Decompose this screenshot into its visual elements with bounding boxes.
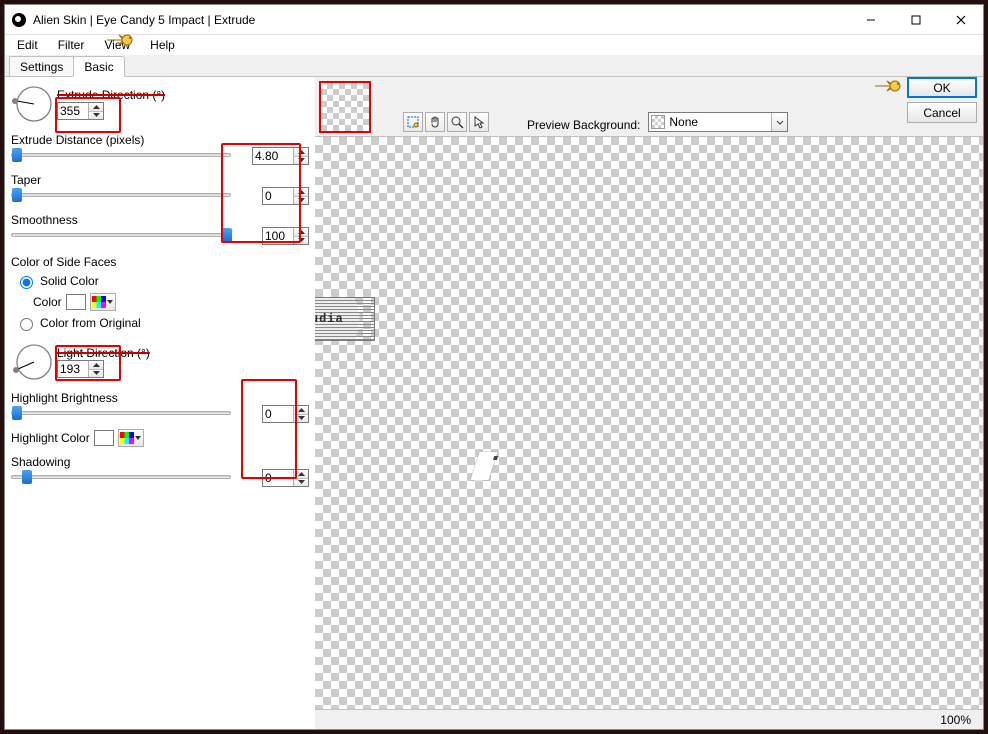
pointing-hand-icon — [105, 29, 133, 54]
solid-color-label: Solid Color — [40, 274, 99, 288]
extrude-distance-slider[interactable] — [11, 153, 231, 157]
spinner-up-icon[interactable] — [89, 103, 103, 112]
close-button[interactable] — [938, 5, 983, 34]
smoothness-slider[interactable] — [11, 233, 231, 237]
spinner-up-icon[interactable] — [294, 228, 308, 237]
spinner-down-icon[interactable] — [294, 157, 308, 165]
color-label: Color — [33, 295, 62, 309]
spinner-up-icon[interactable] — [294, 148, 308, 157]
solid-color-radio[interactable] — [20, 276, 33, 289]
extrude-distance-label: Extrude Distance (pixels) — [11, 133, 309, 147]
cancel-button[interactable]: Cancel — [907, 102, 977, 123]
highlight-color-label: Highlight Color — [11, 431, 90, 445]
highlight-color-swatch[interactable] — [94, 430, 114, 446]
spinner-down-icon[interactable] — [89, 112, 103, 120]
preview-background-label: Preview Background: — [527, 118, 640, 132]
menu-edit[interactable]: Edit — [9, 36, 46, 54]
pointing-hand-icon — [873, 75, 901, 100]
spinner-down-icon[interactable] — [294, 237, 308, 245]
maximize-button[interactable] — [893, 5, 938, 34]
spinner-down-icon[interactable] — [294, 197, 308, 205]
shadowing-spinner[interactable] — [262, 469, 309, 487]
preview-canvas[interactable]: claudia — [315, 137, 983, 709]
tab-basic[interactable]: Basic — [73, 56, 124, 77]
spinner-up-icon[interactable] — [294, 406, 308, 415]
taper-slider[interactable] — [11, 193, 231, 197]
palette-icon — [120, 432, 134, 444]
window-title: Alien Skin | Eye Candy 5 Impact | Extrud… — [33, 13, 255, 27]
statusbar: 100% — [315, 709, 983, 729]
extrude-direction-input[interactable] — [58, 103, 88, 119]
extrude-distance-spinner[interactable] — [252, 147, 309, 165]
marquee-tool-button[interactable] — [403, 112, 423, 132]
spinner-down-icon[interactable] — [89, 370, 103, 378]
chevron-down-icon — [771, 113, 787, 131]
smoothness-label: Smoothness — [11, 213, 309, 227]
transparency-icon — [651, 115, 665, 129]
content-area: Extrude Direction (°) Extrude Distance (… — [5, 77, 983, 729]
settings-panel: Extrude Direction (°) Extrude Distance (… — [5, 77, 315, 729]
color-from-original-label: Color from Original — [40, 316, 141, 330]
light-direction-spinner[interactable] — [57, 360, 104, 378]
spinner-down-icon[interactable] — [294, 415, 308, 423]
side-faces-label: Color of Side Faces — [11, 255, 309, 269]
taper-spinner[interactable] — [262, 187, 309, 205]
extrude-direction-spinner[interactable] — [57, 102, 104, 120]
minimize-button[interactable] — [848, 5, 893, 34]
tabstrip: Settings Basic — [5, 55, 983, 77]
app-window: Alien Skin | Eye Candy 5 Impact | Extrud… — [4, 4, 984, 730]
zoom-tool-button[interactable] — [447, 112, 467, 132]
app-icon — [11, 12, 27, 28]
highlight-brightness-label: Highlight Brightness — [11, 391, 309, 405]
tab-settings[interactable]: Settings — [9, 56, 74, 76]
shadowing-input[interactable] — [263, 470, 293, 486]
smoothness-spinner[interactable] — [262, 227, 309, 245]
titlebar: Alien Skin | Eye Candy 5 Impact | Extrud… — [5, 5, 983, 35]
side-color-picker-button[interactable] — [90, 293, 116, 311]
highlight-brightness-spinner[interactable] — [262, 405, 309, 423]
extrude-direction-label: Extrude Direction (°) — [57, 88, 165, 102]
menubar: Edit Filter View Help — [5, 35, 983, 55]
highlight-color-picker-button[interactable] — [118, 429, 144, 447]
navigator-thumbnail[interactable] — [319, 81, 371, 133]
side-color-swatch[interactable] — [66, 294, 86, 310]
light-direction-wheel[interactable] — [11, 341, 53, 383]
highlight-brightness-input[interactable] — [263, 406, 293, 422]
shadowing-slider[interactable] — [11, 475, 231, 479]
taper-label: Taper — [11, 173, 309, 187]
preview-toolbar: Preview Background: None — [315, 77, 983, 137]
spinner-down-icon[interactable] — [294, 479, 308, 487]
menu-help[interactable]: Help — [142, 36, 183, 54]
spinner-up-icon[interactable] — [294, 470, 308, 479]
color-from-original-radio[interactable] — [20, 318, 33, 331]
palette-icon — [92, 296, 106, 308]
preview-background-value: None — [669, 115, 698, 129]
extrude-direction-wheel[interactable] — [11, 83, 53, 125]
watermark: claudia — [315, 297, 375, 341]
spinner-up-icon[interactable] — [294, 188, 308, 197]
preview-object — [470, 452, 497, 480]
light-direction-input[interactable] — [58, 361, 88, 377]
ok-button[interactable]: OK — [907, 77, 977, 98]
zoom-level: 100% — [940, 713, 971, 727]
preview-background-select[interactable]: None — [648, 112, 788, 132]
preview-panel: Preview Background: None — [315, 77, 983, 729]
taper-input[interactable] — [263, 188, 293, 204]
shadowing-label: Shadowing — [11, 455, 309, 469]
menu-filter[interactable]: Filter — [50, 36, 93, 54]
hand-tool-button[interactable] — [425, 112, 445, 132]
pointer-tool-button[interactable] — [469, 112, 489, 132]
spinner-up-icon[interactable] — [89, 361, 103, 370]
light-direction-label: Light Direction (°) — [57, 346, 150, 360]
extrude-distance-input[interactable] — [253, 148, 293, 164]
smoothness-input[interactable] — [263, 228, 293, 244]
highlight-brightness-slider[interactable] — [11, 411, 231, 415]
